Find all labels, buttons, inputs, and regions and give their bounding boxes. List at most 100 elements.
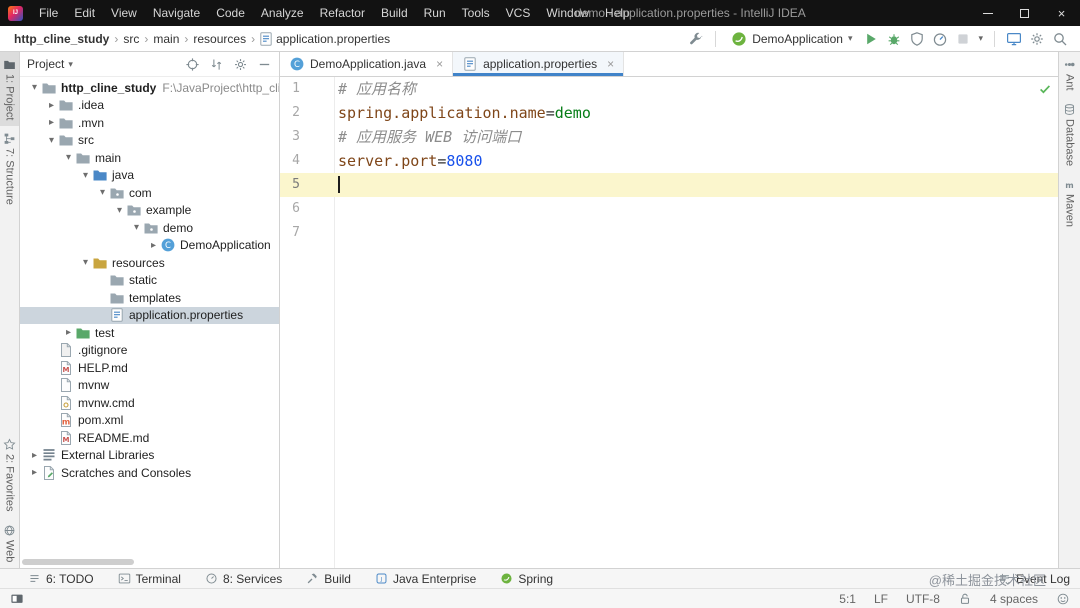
- hide-panel-icon[interactable]: [257, 57, 272, 72]
- inspections-ok-icon[interactable]: [1038, 82, 1052, 96]
- close-button[interactable]: ×: [1043, 0, 1080, 26]
- line-number[interactable]: 4: [280, 149, 334, 173]
- stop-button[interactable]: [955, 31, 971, 47]
- tree-expand-icon[interactable]: ▸: [147, 240, 160, 251]
- tree-expand-icon[interactable]: ▸: [62, 327, 75, 338]
- menu-view[interactable]: View: [103, 0, 145, 26]
- chevron-down-icon[interactable]: ▾: [68, 59, 73, 70]
- menu-file[interactable]: File: [31, 0, 66, 26]
- settings-gear-icon[interactable]: [233, 57, 248, 72]
- inspections-profile-icon[interactable]: [1056, 592, 1070, 606]
- stripe-tab-2-favorites[interactable]: 2: Favorites: [0, 432, 19, 517]
- editor-line-3[interactable]: 3 # 应用服务 WEB 访问端口: [280, 125, 1058, 149]
- tree-item-help-md[interactable]: M HELP.md: [20, 359, 279, 377]
- menu-vcs[interactable]: VCS: [498, 0, 539, 26]
- chevron-down-icon[interactable]: ▾: [978, 33, 983, 44]
- tree-expand-icon[interactable]: ▸: [45, 117, 58, 128]
- tree-item-mvnw-cmd[interactable]: mvnw.cmd: [20, 394, 279, 412]
- menu-navigate[interactable]: Navigate: [145, 0, 208, 26]
- coverage-button[interactable]: [909, 31, 925, 47]
- tree-item-mvn[interactable]: ▸ .mvn: [20, 114, 279, 132]
- tree-item-resources[interactable]: ▾ resources: [20, 254, 279, 272]
- tree-item-templates[interactable]: templates: [20, 289, 279, 307]
- tree-collapse-icon[interactable]: ▾: [130, 222, 143, 233]
- tree-item-demoapplication[interactable]: ▸ C DemoApplication: [20, 237, 279, 255]
- tree-expand-icon[interactable]: ▸: [28, 467, 41, 478]
- tree-item-static[interactable]: static: [20, 272, 279, 290]
- stripe-tab-ant[interactable]: Ant: [1059, 52, 1080, 97]
- tree-item-com[interactable]: ▾ com: [20, 184, 279, 202]
- locate-file-icon[interactable]: [185, 57, 200, 72]
- line-number[interactable]: 1: [280, 77, 334, 101]
- menu-analyze[interactable]: Analyze: [253, 0, 312, 26]
- project-panel-title[interactable]: Project: [27, 57, 64, 71]
- tree-item-demo[interactable]: ▾ demo: [20, 219, 279, 237]
- menu-build[interactable]: Build: [373, 0, 416, 26]
- wrench-icon[interactable]: [688, 31, 704, 47]
- line-number[interactable]: 3: [280, 125, 334, 149]
- menu-edit[interactable]: Edit: [66, 0, 103, 26]
- editor-line-2[interactable]: 2 spring.application.name=demo: [280, 101, 1058, 125]
- tree-collapse-icon[interactable]: ▾: [96, 187, 109, 198]
- stripe-tab-maven[interactable]: m Maven: [1059, 172, 1080, 233]
- maximize-button[interactable]: [1006, 0, 1043, 26]
- tree-collapse-icon[interactable]: ▾: [113, 205, 126, 216]
- search-icon[interactable]: [1052, 31, 1068, 47]
- tree-collapse-icon[interactable]: ▾: [62, 152, 75, 163]
- line-number[interactable]: 6: [280, 197, 334, 221]
- menu-tools[interactable]: Tools: [454, 0, 498, 26]
- stripe-tab-database[interactable]: Database: [1059, 97, 1080, 172]
- run-button[interactable]: [863, 31, 879, 47]
- line-number[interactable]: 5: [280, 173, 334, 197]
- run-configuration-selector[interactable]: DemoApplication ▾: [727, 30, 856, 48]
- stripe-tab-web[interactable]: Web: [0, 518, 19, 568]
- tree-item-http-cline-study[interactable]: ▾ http_cline_study F:\JavaProject\http_cli…: [20, 79, 279, 97]
- tree-collapse-icon[interactable]: ▾: [45, 135, 58, 146]
- editor-tab-application-properties[interactable]: application.properties ×: [453, 52, 625, 76]
- profiler-button[interactable]: [932, 31, 948, 47]
- tab-close-icon[interactable]: ×: [436, 57, 443, 71]
- tree-item-idea[interactable]: ▸ .idea: [20, 97, 279, 115]
- tree-item-mvnw[interactable]: mvnw: [20, 377, 279, 395]
- monitor-icon[interactable]: [1006, 31, 1022, 47]
- breadcrumb-item-main[interactable]: main: [151, 32, 181, 46]
- tree-item-pom-xml[interactable]: m pom.xml: [20, 412, 279, 430]
- editor-tab-demoapplication-java[interactable]: C DemoApplication.java ×: [280, 52, 454, 76]
- tree-item-main[interactable]: ▾ main: [20, 149, 279, 167]
- tree-expand-icon[interactable]: ▸: [28, 450, 41, 461]
- tree-expand-icon[interactable]: ▸: [45, 100, 58, 111]
- toolwindow-button-spring[interactable]: Spring: [500, 572, 553, 586]
- gear-icon[interactable]: [1029, 31, 1045, 47]
- tree-item-test[interactable]: ▸ test: [20, 324, 279, 342]
- tree-item-application-properties[interactable]: application.properties: [20, 306, 279, 324]
- menu-run[interactable]: Run: [416, 0, 454, 26]
- editor-line-7[interactable]: 7: [280, 221, 1058, 245]
- tree-item-scratches-and-consoles[interactable]: ▸ Scratches and Consoles: [20, 464, 279, 482]
- toolwindow-button-java-enterprise[interactable]: J Java Enterprise: [375, 572, 476, 586]
- lock-icon[interactable]: [958, 592, 972, 606]
- breadcrumb-item-resources[interactable]: resources: [191, 32, 248, 46]
- menu-refactor[interactable]: Refactor: [312, 0, 373, 26]
- editor-line-6[interactable]: 6: [280, 197, 1058, 221]
- minimize-button[interactable]: [969, 0, 1006, 26]
- tree-item-external-libraries[interactable]: ▸ External Libraries: [20, 447, 279, 465]
- editor-line-4[interactable]: 4 server.port=8080: [280, 149, 1058, 173]
- toolwindow-button-terminal[interactable]: Terminal: [118, 572, 181, 586]
- toolwindow-button-build[interactable]: Build: [306, 572, 351, 586]
- caret-position[interactable]: 5:1: [839, 592, 856, 606]
- indent-setting[interactable]: 4 spaces: [990, 592, 1038, 606]
- horizontal-scrollbar[interactable]: [22, 559, 134, 565]
- breadcrumb-item-src[interactable]: src: [121, 32, 141, 46]
- line-number[interactable]: 7: [280, 221, 334, 245]
- editor[interactable]: 1 # 应用名称 2 spring.application.name=demo 3 # 应…: [280, 77, 1058, 568]
- tool-window-switcher-icon[interactable]: [10, 592, 24, 606]
- editor-line-5[interactable]: 5: [280, 173, 1058, 197]
- tree-collapse-icon[interactable]: ▾: [28, 82, 41, 93]
- tree-item-src[interactable]: ▾ src: [20, 132, 279, 150]
- stripe-tab-1-project[interactable]: 1: Project: [0, 52, 19, 127]
- breadcrumb-item-application-properties[interactable]: application.properties: [274, 32, 392, 46]
- toolwindow-button-8-services[interactable]: 8: Services: [205, 572, 282, 586]
- line-separator[interactable]: LF: [874, 592, 888, 606]
- menu-code[interactable]: Code: [208, 0, 253, 26]
- line-number[interactable]: 2: [280, 101, 334, 125]
